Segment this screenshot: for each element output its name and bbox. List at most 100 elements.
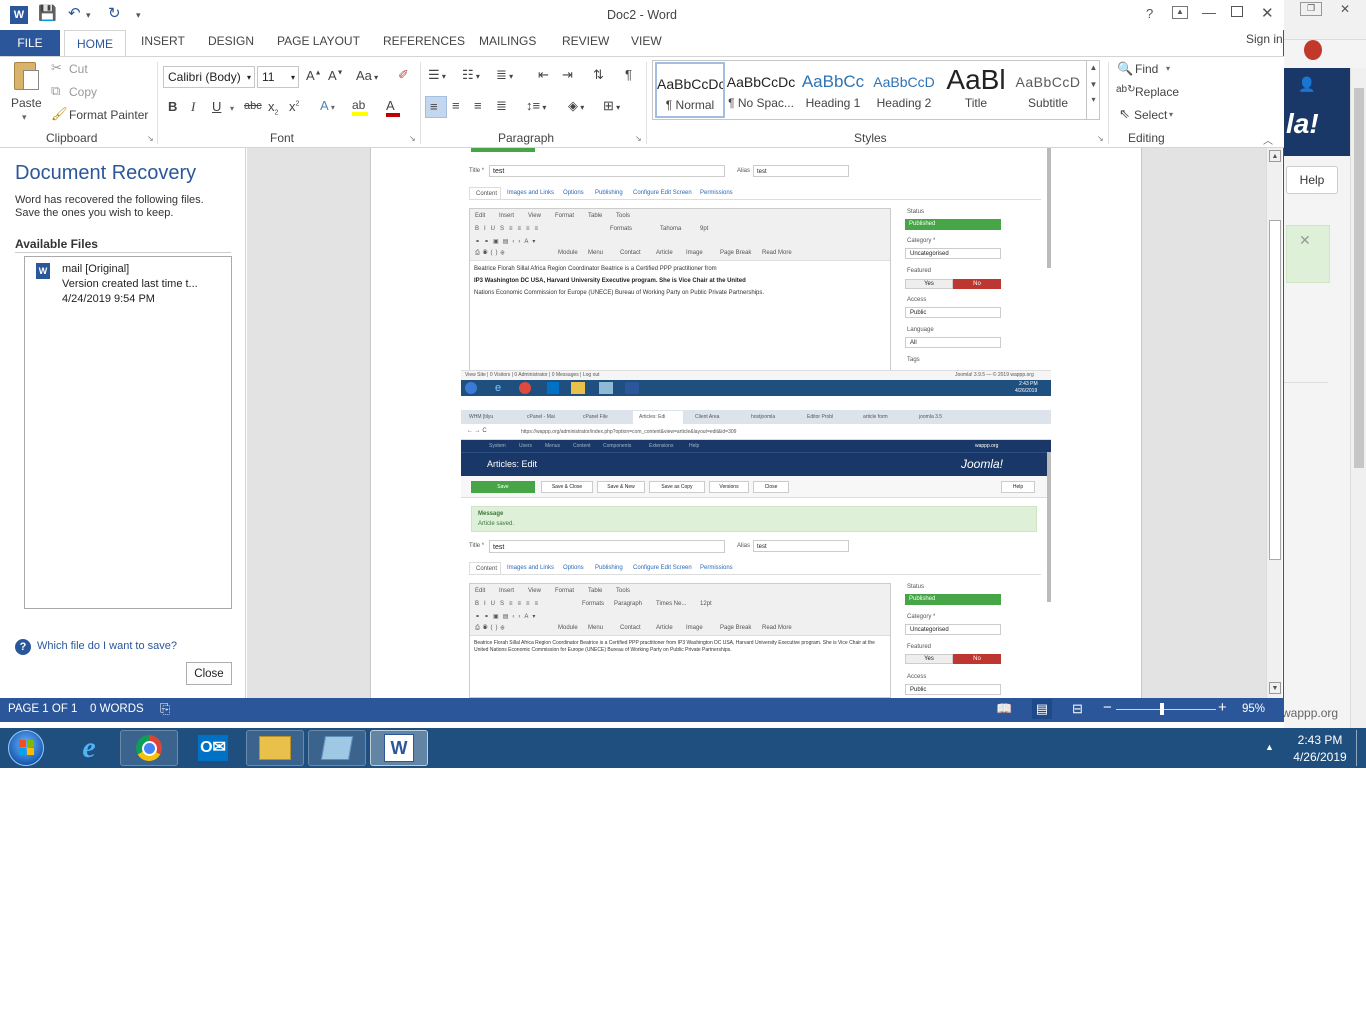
decrease-indent-icon[interactable]: ⇤ <box>538 67 549 83</box>
text-effects-icon[interactable]: A ▾ <box>320 98 335 113</box>
tab-file[interactable]: FILE <box>0 30 60 56</box>
italic-icon[interactable]: I <box>191 99 195 115</box>
close-button[interactable]: Close <box>186 662 232 685</box>
vertical-scrollbar[interactable]: ▲ ▼ <box>1266 148 1282 698</box>
taskbar-app[interactable] <box>308 730 366 766</box>
start-button[interactable] <box>8 730 44 766</box>
zoom-slider[interactable] <box>1116 709 1216 710</box>
bullets-icon[interactable]: ☰ ▾ <box>428 67 446 83</box>
which-file-link[interactable]: Which file do I want to save? <box>37 640 177 652</box>
justify-icon[interactable]: ≣ <box>496 98 507 114</box>
scroll-thumb[interactable] <box>1269 220 1281 560</box>
taskbar-explorer[interactable] <box>246 730 304 766</box>
shrink-font-icon[interactable]: A▼ <box>328 68 344 83</box>
help-icon[interactable]: ? <box>1146 6 1153 21</box>
numbering-icon[interactable]: ☷ ▾ <box>462 67 480 83</box>
copy-button[interactable]: Copy <box>69 85 97 99</box>
style-no-spacing[interactable]: AaBbCcDc ¶ No Spac... <box>726 62 796 118</box>
close-message-icon[interactable]: ✕ <box>1299 232 1311 249</box>
clock-date[interactable]: 4/26/2019 <box>1283 750 1357 764</box>
minimize-icon[interactable]: — <box>1202 4 1216 20</box>
cut-button[interactable]: Cut <box>69 62 88 76</box>
styles-launcher-icon[interactable]: ↘ <box>1097 134 1104 143</box>
borders-icon[interactable]: ⊞ ▾ <box>603 98 620 114</box>
recovered-file-item[interactable]: W mail [Original] Version created last t… <box>25 257 231 309</box>
chevron-up-icon[interactable]: ▲ <box>1087 63 1100 72</box>
read-mode-icon[interactable]: 📖 <box>996 701 1012 717</box>
format-painter-button[interactable]: Format Painter <box>69 108 148 122</box>
show-hide-marks-icon[interactable]: ¶ <box>625 67 632 82</box>
tab-references[interactable]: REFERENCES <box>383 34 465 48</box>
underline-dropdown-icon[interactable]: ▾ <box>230 104 234 113</box>
font-launcher-icon[interactable]: ↘ <box>409 134 416 143</box>
clipboard-launcher-icon[interactable]: ↘ <box>147 134 154 143</box>
style-title[interactable]: AaBl Title <box>941 62 1011 118</box>
font-color-icon[interactable]: A <box>386 98 400 117</box>
strikethrough-icon[interactable]: abc <box>244 100 262 112</box>
font-size-combo[interactable]: 11 ▾ <box>257 66 299 88</box>
highlight-icon[interactable]: ab <box>352 98 368 116</box>
help-button[interactable]: Help <box>1286 166 1338 194</box>
paste-icon[interactable] <box>10 60 42 94</box>
web-layout-icon[interactable]: ⊟ <box>1072 701 1083 717</box>
clock-time[interactable]: 2:43 PM <box>1290 733 1350 747</box>
maximize-icon[interactable] <box>1231 6 1243 17</box>
browser-scrollbar[interactable] <box>1350 68 1366 728</box>
print-layout-icon[interactable]: ▤ <box>1032 699 1052 719</box>
tab-home[interactable]: HOME <box>64 30 126 57</box>
change-case-icon[interactable]: Aa ▾ <box>356 68 378 83</box>
tab-review[interactable]: REVIEW <box>562 34 609 48</box>
paragraph-launcher-icon[interactable]: ↘ <box>635 134 642 143</box>
align-left-button[interactable]: ≡ <box>425 96 447 118</box>
bold-icon[interactable]: B <box>168 99 177 114</box>
tab-design[interactable]: DESIGN <box>208 34 254 48</box>
browser-extension-icon[interactable] <box>1304 40 1322 60</box>
collapse-ribbon-icon[interactable]: ︿ <box>1263 132 1273 147</box>
user-icon[interactable]: 👤 <box>1298 76 1315 93</box>
show-hidden-icons-icon[interactable]: ▲ <box>1265 742 1274 752</box>
superscript-icon[interactable]: x2 <box>289 99 299 114</box>
grow-font-icon[interactable]: A▲ <box>306 68 322 83</box>
find-button[interactable]: Find <box>1135 62 1158 76</box>
format-painter-icon[interactable]: 🖌 <box>51 106 68 122</box>
font-name-combo[interactable]: Calibri (Body) ▾ <box>163 66 255 88</box>
style-heading-2[interactable]: AaBbCcD Heading 2 <box>869 62 939 118</box>
style-subtitle[interactable]: AaBbCcD Subtitle <box>1013 62 1083 118</box>
line-spacing-icon[interactable]: ↕≡ ▾ <box>526 98 546 113</box>
restore-icon[interactable]: ❐ <box>1300 2 1322 16</box>
cut-icon[interactable]: ✂ <box>51 60 62 76</box>
copy-icon[interactable]: ⧉ <box>51 83 60 99</box>
taskbar-chrome[interactable] <box>120 730 178 766</box>
paste-dropdown-icon[interactable]: ▾ <box>22 112 27 123</box>
style-heading-1[interactable]: AaBbCc Heading 1 <box>798 62 868 118</box>
select-icon[interactable]: ⇖ <box>1119 106 1130 122</box>
chevron-down-icon[interactable]: ▼ <box>1087 80 1100 89</box>
find-icon[interactable]: 🔍 <box>1117 61 1133 77</box>
align-right-icon[interactable]: ≡ <box>474 98 482 113</box>
increase-indent-icon[interactable]: ⇥ <box>562 67 573 83</box>
tab-view[interactable]: VIEW <box>631 34 662 48</box>
zoom-level[interactable]: 95% <box>1242 703 1265 715</box>
clear-formatting-icon[interactable]: ✐ <box>398 67 409 83</box>
taskbar-outlook[interactable]: O✉ <box>184 730 242 766</box>
ribbon-display-options-icon[interactable]: ▲ <box>1172 6 1188 19</box>
scroll-up-icon[interactable]: ▲ <box>1269 150 1281 162</box>
replace-button[interactable]: Replace <box>1135 85 1179 99</box>
zoom-slider-thumb[interactable] <box>1160 703 1164 715</box>
more-styles-icon[interactable]: ▾ <box>1087 95 1100 104</box>
tab-page-layout[interactable]: PAGE LAYOUT <box>277 34 360 48</box>
align-center-icon[interactable]: ≡ <box>452 98 460 113</box>
proofing-icon[interactable]: ⎘ <box>160 701 170 717</box>
taskbar-ie[interactable]: e <box>60 730 118 766</box>
word-count[interactable]: 0 WORDS <box>90 703 144 715</box>
show-desktop-button[interactable] <box>1356 730 1366 766</box>
sort-icon[interactable]: ⇅ <box>593 67 604 83</box>
find-dropdown-icon[interactable]: ▾ <box>1166 64 1170 73</box>
underline-icon[interactable]: U <box>212 99 221 114</box>
select-dropdown-icon[interactable]: ▾ <box>1169 110 1173 119</box>
zoom-in-icon[interactable]: + <box>1218 699 1227 716</box>
page-count[interactable]: PAGE 1 OF 1 <box>8 703 77 715</box>
select-button[interactable]: Select <box>1134 108 1167 122</box>
tab-insert[interactable]: INSERT <box>141 34 185 48</box>
style-normal[interactable]: AaBbCcDc ¶ Normal <box>655 62 725 118</box>
